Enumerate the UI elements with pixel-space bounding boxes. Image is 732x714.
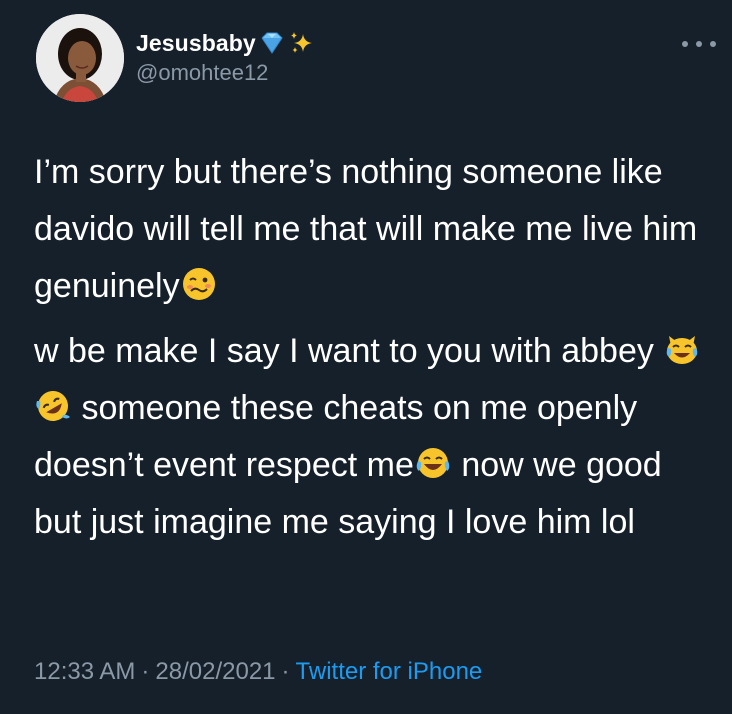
rolling-on-floor-laughing-icon <box>34 387 72 425</box>
tweet-text-segment: I’m sorry but there’s nothing someone li… <box>34 153 698 305</box>
more-dot-icon <box>696 41 702 47</box>
tweet-time[interactable]: 12:33 AM <box>34 658 135 685</box>
tweet-header: Jesusbaby @omohtee12 <box>36 14 716 106</box>
user-handle[interactable]: @omohtee12 <box>136 60 316 86</box>
tweet-card: Jesusbaby @omohtee12 I’m sorry but there… <box>0 0 732 714</box>
user-name-block: Jesusbaby @omohtee12 <box>136 28 316 86</box>
face-with-tears-of-joy-icon <box>414 444 452 482</box>
meta-separator: · <box>141 658 150 685</box>
tweet-paragraph: w be make I say I want to you with abbey… <box>34 323 714 551</box>
more-dot-icon <box>710 41 716 47</box>
tweet-date[interactable]: 28/02/2021 <box>155 658 275 685</box>
meta-separator: · <box>281 658 290 685</box>
display-name[interactable]: Jesusbaby <box>136 30 256 57</box>
tweet-paragraph: I’m sorry but there’s nothing someone li… <box>34 144 714 315</box>
avatar-photo <box>36 14 124 102</box>
more-options-button[interactable] <box>682 34 716 54</box>
tweet-source-link[interactable]: Twitter for iPhone <box>296 658 483 685</box>
gem-stone-icon <box>258 30 286 56</box>
more-dot-icon <box>682 41 688 47</box>
woozy-face-icon <box>180 265 218 303</box>
sparkles-icon <box>288 30 316 56</box>
display-name-row[interactable]: Jesusbaby <box>136 28 316 58</box>
tweet-text-segment: w be make I say I want to you with abbey <box>34 332 664 370</box>
cat-with-tears-of-joy-icon <box>663 330 701 368</box>
avatar[interactable] <box>36 14 124 102</box>
tweet-text: I’m sorry but there’s nothing someone li… <box>34 144 714 551</box>
tweet-meta: 12:33 AM · 28/02/2021 · Twitter for iPhone <box>34 658 482 686</box>
